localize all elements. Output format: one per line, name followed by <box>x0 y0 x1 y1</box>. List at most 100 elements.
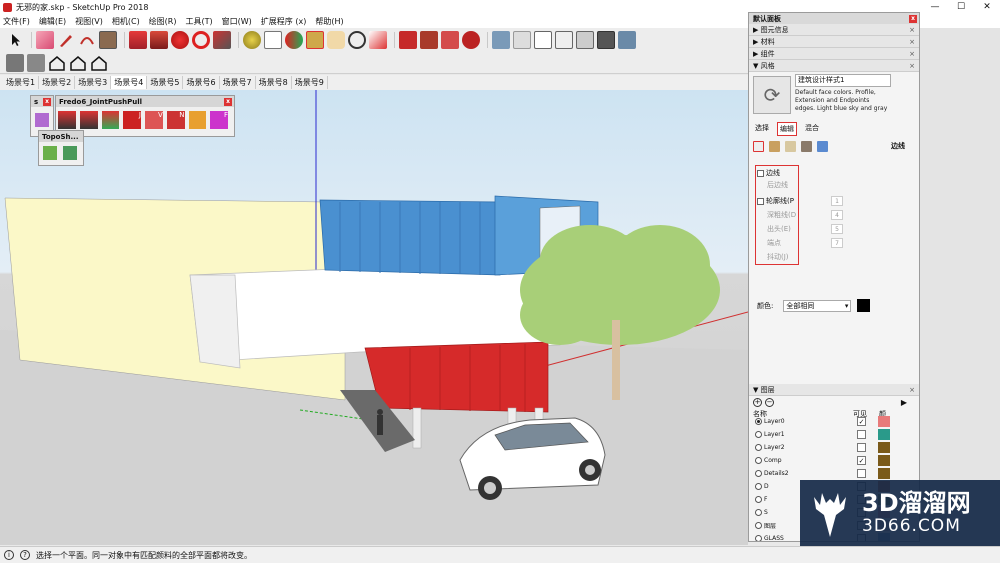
close-icon[interactable]: × <box>909 26 915 34</box>
style-update-icon[interactable]: ⟳ <box>753 76 791 114</box>
menu-tools[interactable]: 工具(T) <box>186 16 213 27</box>
joint-pushpull-icon[interactable] <box>58 111 76 129</box>
select-tool-icon[interactable] <box>6 31 24 49</box>
front-view-icon[interactable] <box>48 54 66 72</box>
layer-active-radio[interactable] <box>755 522 762 529</box>
follow-me-tool-icon[interactable] <box>150 31 168 49</box>
scene-tab-7[interactable]: 场景号7 <box>220 76 256 89</box>
menu-view[interactable]: 视图(V) <box>75 16 103 27</box>
extension-warehouse-icon[interactable] <box>420 31 438 49</box>
share-model-icon[interactable] <box>441 31 459 49</box>
style-name-field[interactable]: 建筑设计样式1 <box>795 74 891 87</box>
layer-visible-checkbox[interactable] <box>857 469 866 478</box>
layer-active-radio[interactable] <box>755 444 762 451</box>
layer-color-swatch[interactable] <box>878 442 890 453</box>
rotate-tool-icon[interactable] <box>192 31 210 49</box>
close-icon[interactable]: x <box>224 97 232 106</box>
menu-camera[interactable]: 相机(C) <box>112 16 140 27</box>
paint-bucket-tool-icon[interactable] <box>306 31 324 49</box>
back-view-icon[interactable] <box>90 54 108 72</box>
maximize-button[interactable]: ☐ <box>948 0 974 14</box>
tab-edit[interactable]: 编辑 <box>777 122 797 136</box>
profile-width-input[interactable]: 1 <box>831 196 843 206</box>
rectangle-tool-icon[interactable] <box>99 31 117 49</box>
style-xray-icon[interactable] <box>492 31 510 49</box>
watermark-settings-icon[interactable] <box>801 140 812 152</box>
info-icon[interactable]: i <box>4 550 14 560</box>
close-icon[interactable]: × <box>909 62 915 70</box>
style-shaded-textures-icon[interactable] <box>597 31 615 49</box>
tray-components[interactable]: ▶ 组件 × <box>749 48 919 60</box>
modeling-settings-icon[interactable] <box>817 140 828 152</box>
normal-pushpull-icon[interactable] <box>101 111 120 129</box>
tray-entity-info[interactable]: ▶ 图元信息 × <box>749 24 919 36</box>
menu-help[interactable]: 帮助(H) <box>315 16 343 27</box>
layer-active-radio[interactable] <box>755 418 762 425</box>
menu-file[interactable]: 文件(F) <box>3 16 30 27</box>
layer-row[interactable]: Layer0 ✓ <box>749 415 919 428</box>
layer-row[interactable]: Layer2 <box>749 441 919 454</box>
pan-tool-icon[interactable] <box>327 31 345 49</box>
move-tool-icon[interactable] <box>171 31 189 49</box>
eraser-tool-icon[interactable] <box>36 31 54 49</box>
tab-mix[interactable]: 混合 <box>803 122 821 136</box>
style-wireframe-icon[interactable] <box>534 31 552 49</box>
scene-tab-2[interactable]: 场景号2 <box>39 76 76 89</box>
style-shaded-icon[interactable] <box>576 31 594 49</box>
menu-window[interactable]: 窗口(W) <box>222 16 252 27</box>
layer-row[interactable]: Comp ✓ <box>749 454 919 467</box>
layer-active-radio[interactable] <box>755 509 762 516</box>
fredo-j-icon[interactable]: J <box>123 111 141 129</box>
fredo-orange-icon[interactable] <box>188 111 207 129</box>
scene-tab-1[interactable]: 场景号1 <box>3 76 40 89</box>
layer-visible-checkbox[interactable] <box>857 443 866 452</box>
topo-shaper-2-icon[interactable] <box>63 146 77 160</box>
tray-materials[interactable]: ▶ 材料 × <box>749 36 919 48</box>
edge-settings-icon[interactable] <box>753 140 764 152</box>
sandbox-tool-icon[interactable] <box>35 113 49 127</box>
edges-checkbox[interactable] <box>757 169 764 177</box>
push-pull-tool-icon[interactable] <box>129 31 147 49</box>
layer-active-radio[interactable] <box>755 470 762 477</box>
layer-row[interactable]: Details2 <box>749 467 919 480</box>
scale-tool-icon[interactable] <box>213 31 231 49</box>
layer-active-radio[interactable] <box>755 483 762 490</box>
scene-tab-6[interactable]: 场景号6 <box>183 76 220 89</box>
face-settings-icon[interactable] <box>769 140 780 152</box>
layer-color-swatch[interactable] <box>878 429 890 440</box>
model-viewport[interactable]: sx Fredo6_JointPushPull x J V N F TopoSh.… <box>0 90 748 545</box>
tray-styles[interactable]: ▼ 风格 × <box>749 60 919 72</box>
layer-active-radio[interactable] <box>755 431 762 438</box>
style-backedges-icon[interactable] <box>513 31 531 49</box>
tape-measure-tool-icon[interactable] <box>243 31 261 49</box>
style-monochrome-icon[interactable] <box>618 31 636 49</box>
right-view-icon[interactable] <box>69 54 87 72</box>
extension-manager-icon[interactable] <box>462 31 480 49</box>
scene-tab-5[interactable]: 场景号5 <box>147 76 184 89</box>
zoom-extents-tool-icon[interactable] <box>369 31 387 49</box>
topo-shaper-icon[interactable] <box>43 146 57 160</box>
layer-row[interactable]: Layer1 <box>749 428 919 441</box>
fredo-n-icon[interactable]: N <box>166 111 185 129</box>
orbit-tool-icon[interactable] <box>285 31 303 49</box>
delete-layer-icon[interactable]: − <box>765 398 774 407</box>
menu-edit[interactable]: 编辑(E) <box>39 16 66 27</box>
layer-visible-checkbox[interactable]: ✓ <box>857 456 866 465</box>
scene-tab-8[interactable]: 场景号8 <box>256 76 292 89</box>
layer-color-swatch[interactable] <box>878 416 890 427</box>
depth-cue-input[interactable]: 4 <box>831 210 843 220</box>
scene-tab-4[interactable]: 场景号4 <box>111 76 148 89</box>
close-icon[interactable]: × <box>909 386 915 394</box>
layer-active-radio[interactable] <box>755 496 762 503</box>
layer-details-icon[interactable]: ▶ <box>901 398 907 407</box>
tab-select[interactable]: 选择 <box>753 122 771 136</box>
endpoints-input[interactable]: 7 <box>831 238 843 248</box>
help-icon[interactable]: ? <box>20 550 30 560</box>
layer-color-swatch[interactable] <box>878 455 890 466</box>
extension-input[interactable]: 5 <box>831 224 843 234</box>
fredo-v-icon[interactable]: V <box>145 111 163 129</box>
close-icon[interactable]: × <box>909 50 915 58</box>
layer-active-radio[interactable] <box>755 457 762 464</box>
edge-color-select[interactable]: 全部相同 <box>783 299 852 312</box>
pencil-tool-icon[interactable] <box>57 31 75 49</box>
